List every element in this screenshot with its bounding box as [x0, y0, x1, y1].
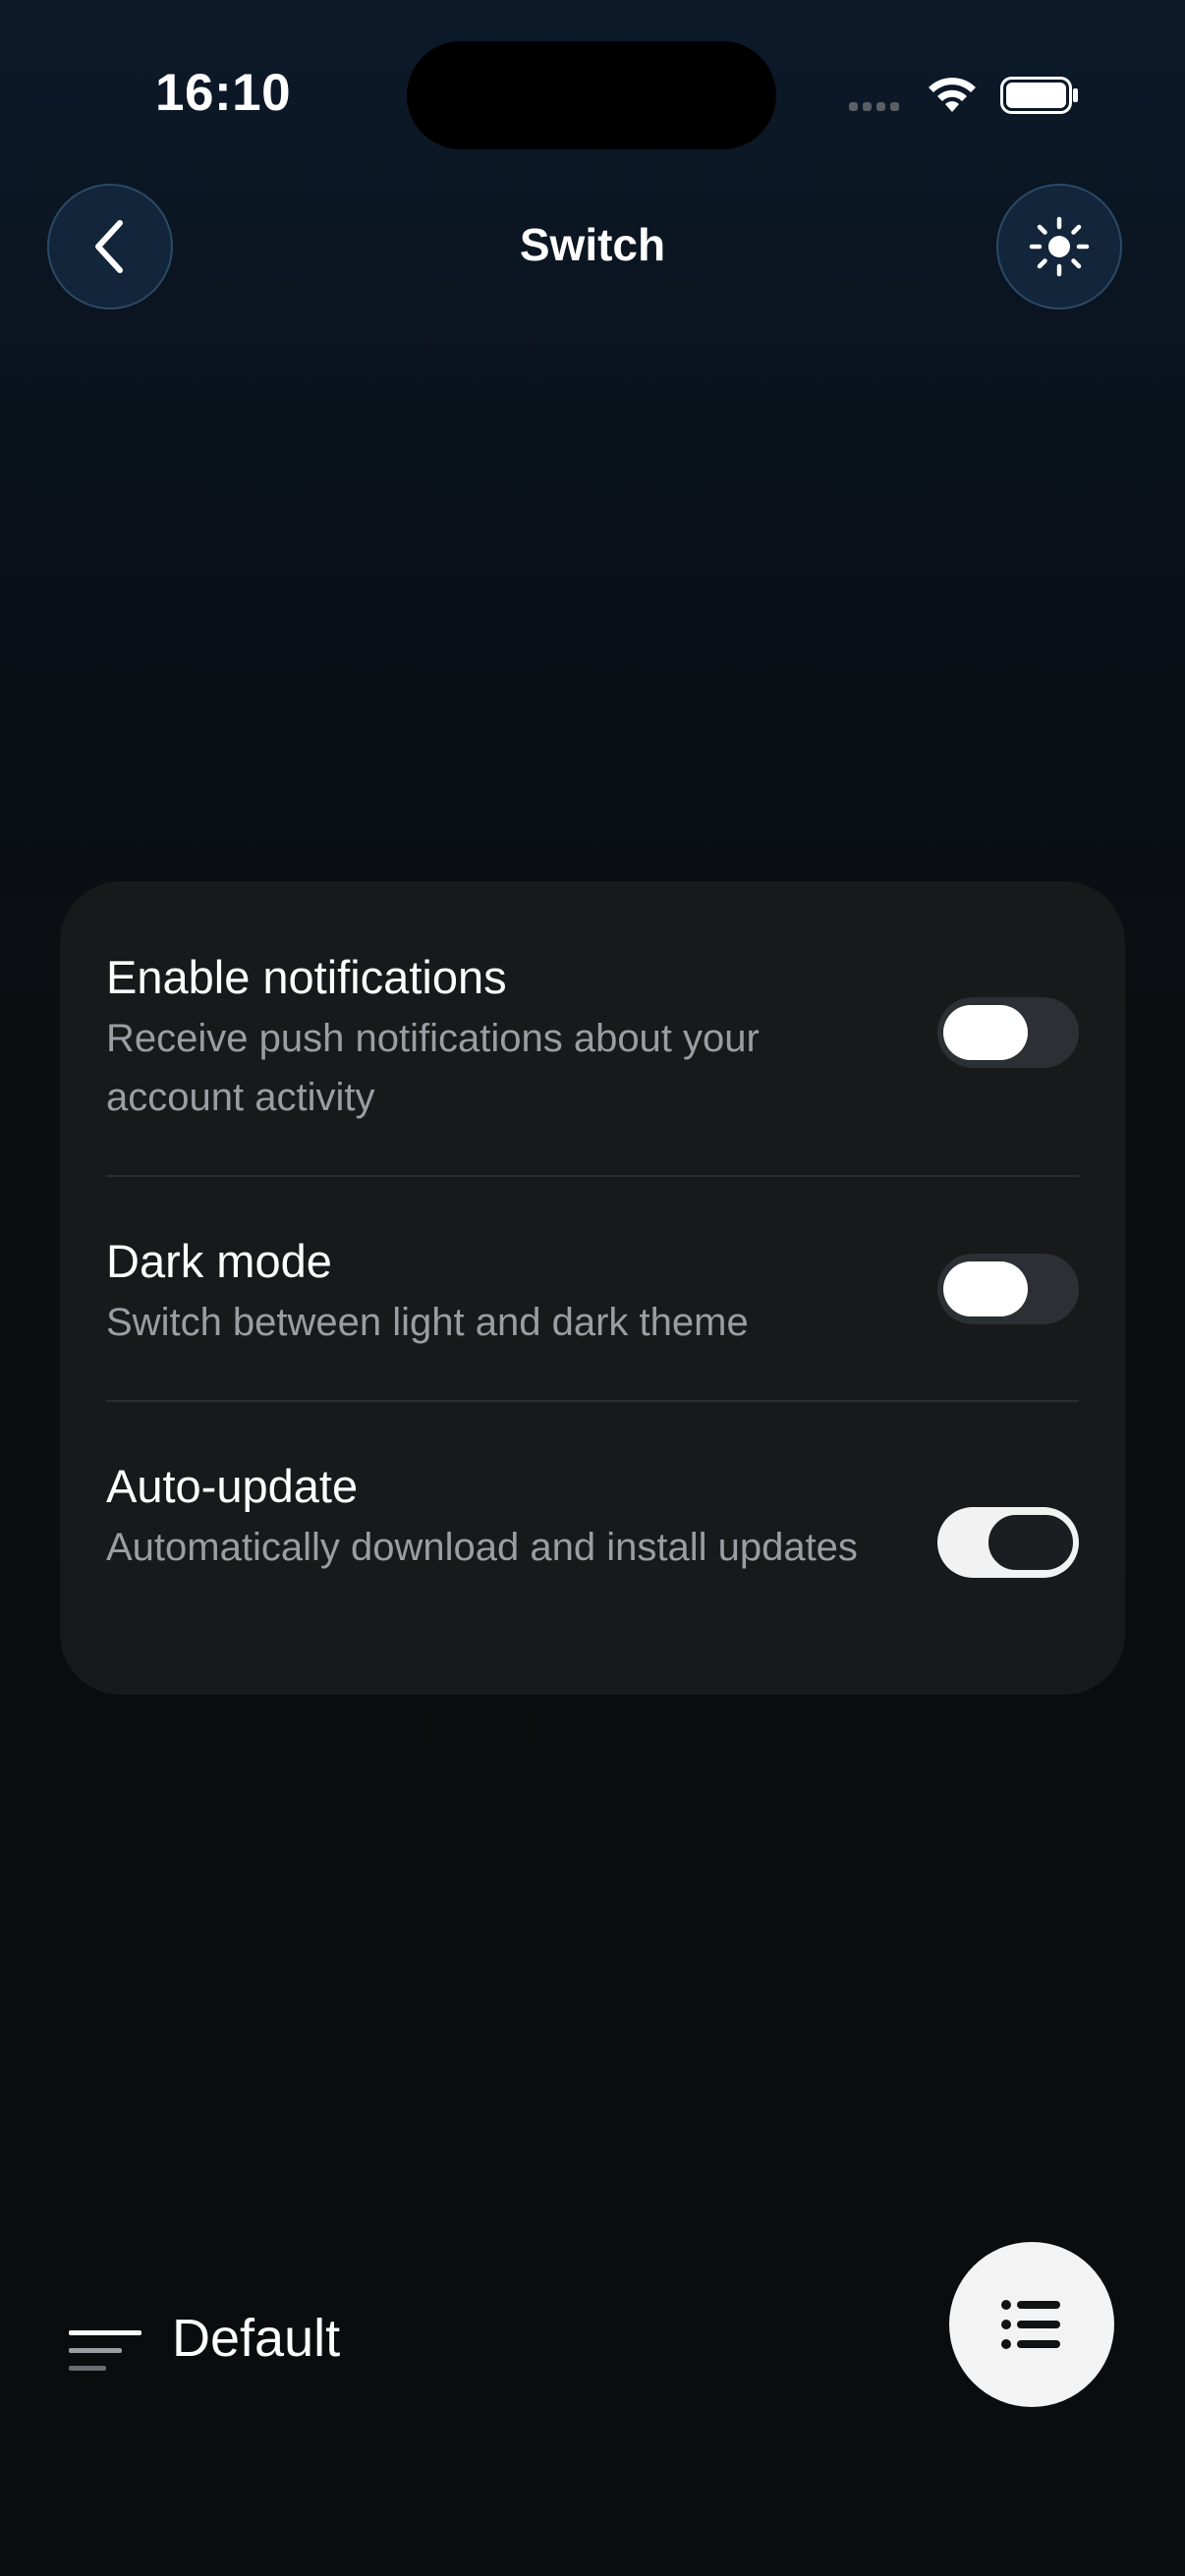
sort-lines-icon[interactable]	[69, 2330, 143, 2376]
list-icon	[1001, 2300, 1060, 2349]
cellular-signal-icon	[849, 102, 899, 111]
dynamic-island	[407, 41, 776, 149]
setting-description: Automatically download and install updat…	[106, 1526, 858, 1569]
setting-description: Receive push notifications about your ac…	[106, 1017, 760, 1119]
wifi-icon	[929, 78, 976, 112]
settings-card: Enable notifications Receive push notifi…	[60, 881, 1125, 1695]
setting-title: Dark mode	[106, 1235, 332, 1287]
setting-row-auto-update: Auto-update Automatically download and i…	[106, 1457, 1079, 1577]
theme-toggle-button[interactable]	[996, 184, 1122, 309]
switch-knob	[943, 1005, 1028, 1060]
setting-row-dark-mode: Dark mode Switch between light and dark …	[106, 1232, 1079, 1352]
notifications-switch[interactable]	[937, 997, 1079, 1068]
divider	[106, 1175, 1079, 1177]
status-time: 16:10	[155, 64, 292, 122]
dark-mode-switch[interactable]	[937, 1254, 1079, 1324]
setting-row-notifications: Enable notifications Receive push notifi…	[106, 948, 1079, 1127]
menu-fab-button[interactable]	[949, 2242, 1114, 2407]
switch-knob	[943, 1261, 1028, 1316]
variant-label[interactable]: Default	[172, 2308, 340, 2369]
switch-knob	[988, 1515, 1073, 1570]
setting-description: Switch between light and dark theme	[106, 1301, 749, 1344]
sun-icon	[1029, 216, 1090, 277]
battery-icon	[1000, 77, 1078, 114]
setting-title: Enable notifications	[106, 951, 507, 1003]
auto-update-switch[interactable]	[937, 1507, 1079, 1578]
setting-title: Auto-update	[106, 1460, 359, 1512]
divider	[106, 1400, 1079, 1402]
